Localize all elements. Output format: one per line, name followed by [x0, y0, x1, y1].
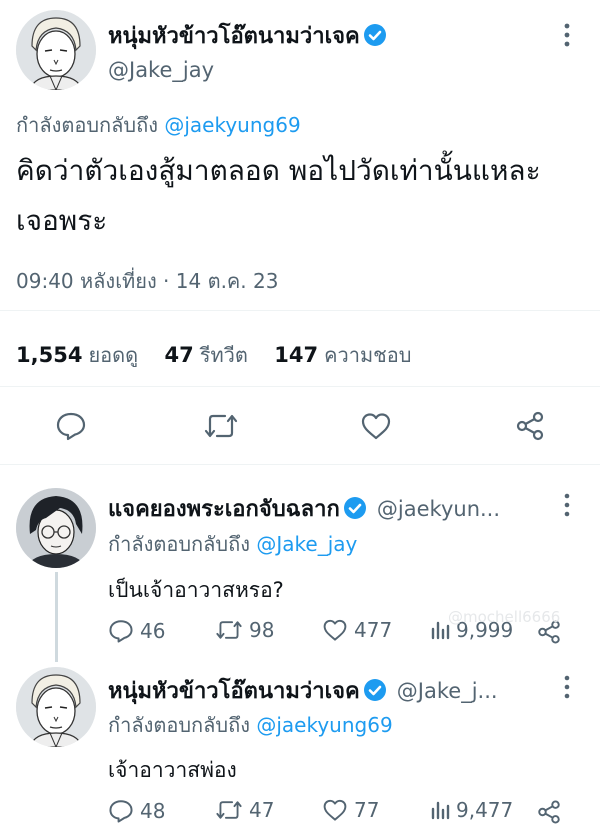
stats-row: 1,554 ยอดดู 47 รีทวีต 147 ความชอบ [16, 339, 431, 371]
reply-prefix: กำลังตอบกลับถึง [108, 713, 250, 737]
handle-reply-1[interactable]: @jaekyun... [377, 497, 500, 521]
divider [0, 464, 600, 465]
like-icon [323, 799, 347, 821]
reply-prefix: กำลังตอบกลับถึง [16, 113, 158, 137]
reply-mention-link[interactable]: @jaekyung69 [164, 113, 300, 137]
divider [0, 310, 600, 311]
more-icon[interactable] [562, 493, 572, 521]
thread-line [55, 572, 58, 662]
share-icon[interactable] [536, 799, 562, 829]
reply-context-reply-1: กำลังตอบกลับถึง @Jake_jay [108, 528, 357, 560]
handle-reply-2[interactable]: @Jake_j... [397, 679, 498, 703]
avatar-reply-2[interactable] [16, 667, 96, 747]
avatar-main[interactable] [16, 10, 96, 90]
more-icon[interactable] [562, 22, 572, 52]
tweet-text-reply-1: เป็นเจ้าอาวาสหรอ? [108, 578, 284, 602]
views-stat[interactable]: 1,554 ยอดดู [16, 343, 138, 367]
reply-context-main: กำลังตอบกลับถึง @jaekyung69 [16, 109, 301, 141]
avatar-reply-1[interactable] [16, 488, 96, 568]
retweet-icon [216, 621, 242, 639]
verified-badge-icon [363, 24, 386, 46]
reply-icon [109, 800, 133, 823]
like-icon[interactable] [360, 411, 392, 445]
avatar-dark-hair-illustration [16, 488, 96, 568]
retweet-icon [216, 801, 242, 819]
reply-context-reply-2: กำลังตอบกลับถึง @jaekyung69 [108, 709, 393, 741]
retweet-icon[interactable] [203, 411, 239, 445]
reply-button-reply-1[interactable]: 46 [108, 618, 165, 644]
handle-main[interactable]: @Jake_jay [108, 58, 214, 82]
views-icon [431, 621, 450, 640]
likes-stat[interactable]: 147 ความชอบ [274, 343, 411, 367]
like-icon [323, 619, 347, 641]
retweets-stat[interactable]: 47 รีทวีต [165, 343, 248, 367]
reply-mention-link[interactable]: @jaekyung69 [256, 713, 392, 737]
display-name-reply-2[interactable]: หนุ่มหัวข้าวโอ๊ตนามว่าเจค [108, 679, 360, 704]
avatar-blonde-illustration [16, 667, 96, 747]
views-button-reply-2[interactable]: 9,477 [430, 798, 513, 822]
avatar-blonde-illustration [16, 10, 96, 90]
like-button-reply-2[interactable]: 77 [322, 798, 379, 822]
reply-button-reply-2[interactable]: 48 [108, 798, 165, 824]
tweet-text-line-2: เจอพระ [16, 204, 108, 237]
divider [0, 386, 600, 387]
verified-badge-icon [363, 679, 386, 701]
reply-mention-link[interactable]: @Jake_jay [256, 532, 357, 556]
views-icon [431, 801, 450, 820]
watermark: @mochell6666 [448, 608, 561, 626]
display-name-reply-1[interactable]: แจคยองพระเอกจับฉลาก [108, 497, 340, 522]
reply-icon [109, 620, 133, 643]
share-icon[interactable] [514, 410, 546, 446]
verified-badge-icon [343, 497, 366, 519]
tweet-text-reply-2: เจ้าอาวาสพ่อง [108, 758, 237, 782]
tweet-text-line-1: คิดว่าตัวเองสู้มาตลอด พอไปวัดเท่านั้นแหล… [16, 154, 541, 187]
like-button-reply-1[interactable]: 477 [322, 618, 392, 642]
reply-icon[interactable] [55, 410, 87, 446]
timestamp[interactable]: 09:40 หลังเที่ยง · 14 ต.ค. 23 [16, 265, 278, 297]
reply-prefix: กำลังตอบกลับถึง [108, 532, 250, 556]
tweet-text-main: คิดว่าตัวเองสู้มาตลอด พอไปวัดเท่านั้นแหล… [16, 146, 586, 246]
retweet-button-reply-1[interactable]: 98 [215, 618, 274, 642]
more-icon[interactable] [562, 675, 572, 703]
retweet-button-reply-2[interactable]: 47 [215, 798, 274, 822]
display-name-main[interactable]: หนุ่มหัวข้าวโอ๊ตนามว่าเจค [108, 24, 360, 49]
